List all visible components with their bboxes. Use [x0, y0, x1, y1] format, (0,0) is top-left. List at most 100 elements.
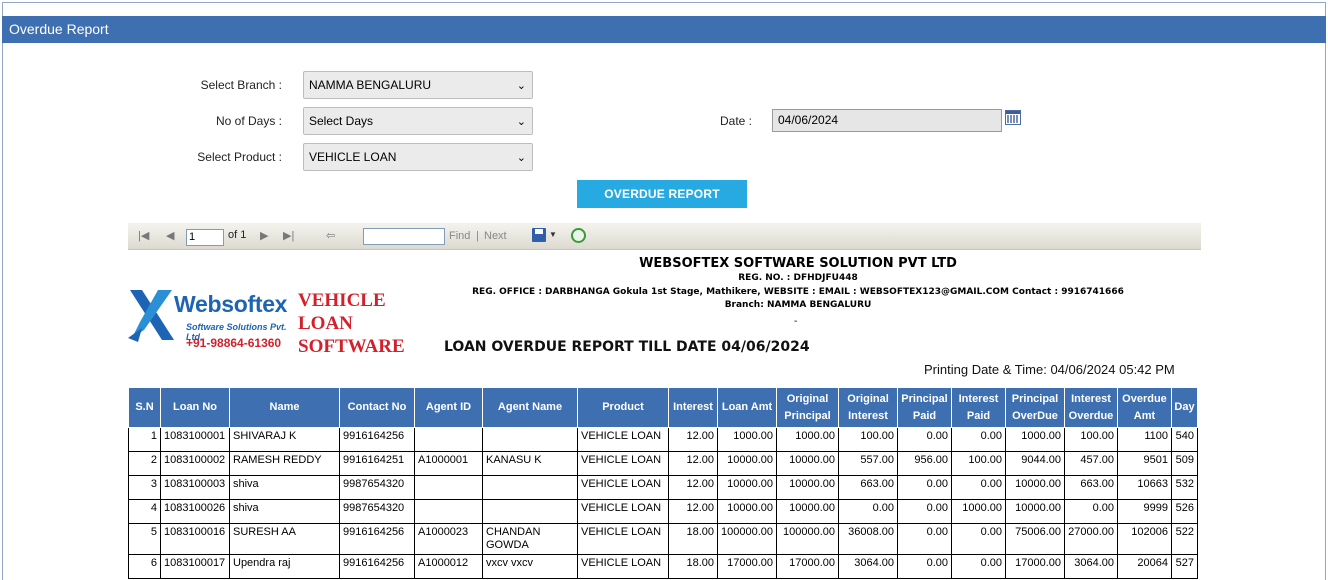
- websoftex-logo: Websoftex Software Solutions Pvt. Ltd. +…: [128, 288, 288, 358]
- printing-date: Printing Date & Time: 04/06/2024 05:42 P…: [924, 362, 1175, 377]
- table-cell: 0.00: [951, 554, 1006, 579]
- table-cell: 1000.00: [776, 427, 839, 452]
- table-cell: 20064: [1117, 554, 1172, 579]
- table-cell: 9916164256: [339, 427, 415, 452]
- table-cell: 1083100001: [160, 427, 230, 452]
- column-header: Principal OverDue: [1005, 387, 1065, 428]
- table-cell: 663.00: [838, 475, 898, 500]
- table-row: 4 1083100026 shiva 9987654320 VEHICLE LOAN 12…: [128, 499, 1198, 524]
- page-number-input[interactable]: 1: [186, 229, 224, 246]
- table-cell: CHANDAN GOWDA: [482, 523, 578, 555]
- table-cell: 12.00: [668, 499, 718, 524]
- table-cell: 75006.00: [1005, 523, 1065, 555]
- table-cell: 10000.00: [717, 475, 777, 500]
- export-save-icon[interactable]: [532, 228, 546, 242]
- column-header: Original Principal: [776, 387, 839, 428]
- table-cell: 10000.00: [776, 475, 839, 500]
- table-cell: 2: [128, 451, 161, 476]
- prev-page-icon[interactable]: ◀: [166, 229, 174, 242]
- table-cell: 10000.00: [717, 451, 777, 476]
- table-cell: 457.00: [1064, 451, 1118, 476]
- caret-down-icon[interactable]: ▼: [549, 230, 557, 239]
- branch-label: Select Branch :: [200, 78, 282, 92]
- chevron-down-icon: ⌄: [516, 80, 526, 92]
- table-cell: 5: [128, 523, 161, 555]
- table-cell: 1083100017: [160, 554, 230, 579]
- column-header: Interest Overdue: [1064, 387, 1118, 428]
- table-row: 5 1083100016 SURESH AA 9916164256 A1000023 CH…: [128, 523, 1198, 555]
- date-input[interactable]: 04/06/2024: [772, 109, 1002, 132]
- table-cell: 10000.00: [776, 451, 839, 476]
- column-header: Principal Paid: [897, 387, 952, 428]
- table-cell: 1100: [1117, 427, 1172, 452]
- table-cell: 0.00: [897, 523, 952, 555]
- branch-select[interactable]: NAMMA BENGALURU ⌄: [303, 71, 533, 99]
- next-page-icon[interactable]: ▶: [260, 229, 268, 242]
- table-cell: 100.00: [951, 451, 1006, 476]
- column-header: Agent ID: [414, 387, 483, 428]
- product-name: VEHICLE LOAN SOFTWARE: [298, 289, 405, 358]
- table-cell: 0.00: [838, 499, 898, 524]
- table-cell: 100.00: [838, 427, 898, 452]
- table-cell: A1000023: [414, 523, 483, 555]
- table-cell: 1000.00: [1005, 427, 1065, 452]
- days-select-value: Select Days: [309, 114, 374, 128]
- table-cell: VEHICLE LOAN: [577, 554, 669, 579]
- find-input[interactable]: [363, 228, 445, 245]
- next-link[interactable]: Next: [484, 230, 507, 242]
- table-cell: [414, 475, 483, 500]
- table-cell: 100000.00: [717, 523, 777, 555]
- date-label: Date :: [719, 114, 752, 128]
- table-cell: shiva: [229, 499, 340, 524]
- table-cell: 10000.00: [776, 499, 839, 524]
- table-cell: 0.00: [1064, 499, 1118, 524]
- table-cell: RAMESH REDDY: [229, 451, 340, 476]
- table-cell: [414, 427, 483, 452]
- table-cell: 27000.00: [1064, 523, 1118, 555]
- table-cell: 1000.00: [717, 427, 777, 452]
- column-header: Name: [229, 387, 340, 428]
- table-cell: 0.00: [897, 475, 952, 500]
- first-page-icon[interactable]: |◀: [138, 229, 149, 242]
- product-select[interactable]: VEHICLE LOAN ⌄: [303, 143, 533, 171]
- find-link[interactable]: Find: [449, 230, 470, 242]
- overdue-report-button[interactable]: OVERDUE REPORT: [577, 180, 747, 208]
- table-cell: 9987654320: [339, 475, 415, 500]
- table-cell: SHIVARAJ K: [229, 427, 340, 452]
- table-cell: VEHICLE LOAN: [577, 499, 669, 524]
- table-cell: 1083100002: [160, 451, 230, 476]
- header-dash: -: [794, 316, 798, 327]
- column-header: Interest: [668, 387, 718, 428]
- column-header: Agent Name: [482, 387, 578, 428]
- refresh-icon[interactable]: [571, 228, 586, 243]
- report-title: LOAN OVERDUE REPORT TILL DATE 04/06/2024: [444, 339, 810, 355]
- table-cell: VEHICLE LOAN: [577, 451, 669, 476]
- page-title: Overdue Report: [2, 16, 1326, 43]
- company-name: WEBSOFTEX SOFTWARE SOLUTION PVT LTD: [639, 256, 957, 271]
- table-cell: 0.00: [897, 427, 952, 452]
- table-cell: shiva: [229, 475, 340, 500]
- table-cell: 17000.00: [1005, 554, 1065, 579]
- table-cell: 1083100026: [160, 499, 230, 524]
- table-cell: A1000012: [414, 554, 483, 579]
- table-cell: 557.00: [838, 451, 898, 476]
- table-cell: 12.00: [668, 451, 718, 476]
- branch-select-value: NAMMA BENGALURU: [309, 78, 432, 92]
- table-cell: 17000.00: [776, 554, 839, 579]
- last-page-icon[interactable]: ▶|: [283, 229, 294, 242]
- days-label: No of Days :: [215, 114, 282, 128]
- table-cell: 102006: [1117, 523, 1172, 555]
- logo-x-icon: [128, 290, 174, 342]
- calendar-icon[interactable]: [1005, 110, 1021, 125]
- table-cell: 100000.00: [776, 523, 839, 555]
- table-cell: [482, 427, 578, 452]
- days-select[interactable]: Select Days ⌄: [303, 107, 533, 135]
- table-row: 1 1083100001 SHIVARAJ K 9916164256 VEHICLE L…: [128, 427, 1198, 452]
- column-header: S.N: [128, 387, 161, 428]
- table-cell: 3: [128, 475, 161, 500]
- back-icon[interactable]: ⇦: [326, 229, 335, 242]
- column-header: Day: [1171, 387, 1198, 428]
- table-cell: 0.00: [897, 499, 952, 524]
- table-cell: 1083100016: [160, 523, 230, 555]
- table-cell: 18.00: [668, 523, 718, 555]
